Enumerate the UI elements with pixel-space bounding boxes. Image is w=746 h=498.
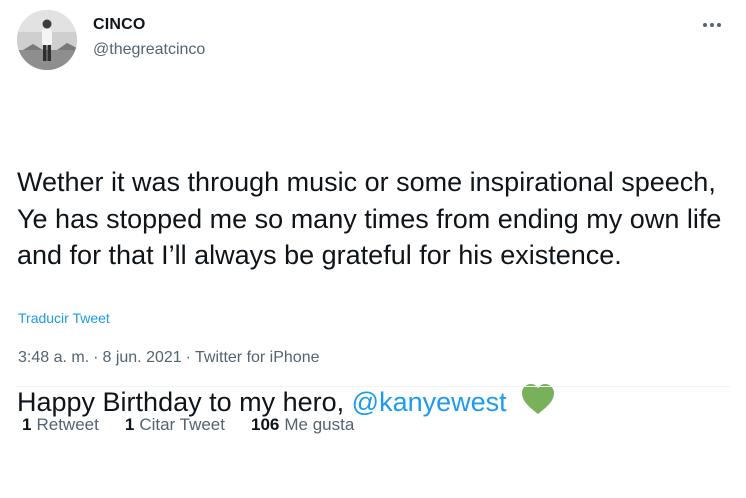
user-handle[interactable]: @thegreatcinco <box>93 41 205 59</box>
more-dots-icon <box>703 23 721 27</box>
quote-tweets-stat[interactable]: 1 Citar Tweet <box>125 415 225 435</box>
avatar-photo <box>17 10 77 70</box>
display-name[interactable]: CINCO <box>93 16 146 34</box>
likes-label: Me gusta <box>284 415 355 434</box>
separator: · <box>93 349 99 366</box>
more-options-button[interactable] <box>700 13 724 37</box>
tweet-metadata: 3:48 a. m. · 8 jun. 2021 · Twitter for iPhon… <box>18 349 320 367</box>
translate-tweet-link[interactable]: Traducir Tweet <box>18 310 110 326</box>
tweet-time[interactable]: 3:48 a. m. <box>18 349 89 366</box>
tweet: CINCO @thegreatcinco Wether it was throu… <box>0 0 746 452</box>
divider <box>16 386 730 387</box>
likes-stat[interactable]: 106 Me gusta <box>251 415 354 435</box>
retweets-count: 1 <box>22 415 32 434</box>
green-heart-icon <box>521 383 555 425</box>
engagement-stats: 1 Retweet 1 Citar Tweet 106 Me gusta <box>22 415 380 435</box>
retweets-stat[interactable]: 1 Retweet <box>22 415 99 435</box>
tweet-date[interactable]: 8 jun. 2021 <box>102 349 181 366</box>
mention-link[interactable]: @kanyewest <box>352 387 507 417</box>
separator: · <box>185 349 191 366</box>
tweet-paragraph: Wether it was through music or some insp… <box>17 167 729 270</box>
retweets-label: Retweet <box>36 415 99 434</box>
quotes-count: 1 <box>124 415 135 434</box>
avatar[interactable] <box>17 10 77 70</box>
tweet-text: Wether it was through music or some insp… <box>17 91 729 498</box>
tweet-text-segment: Happy Birthday to my hero, <box>17 387 352 417</box>
likes-count: 106 <box>250 415 280 434</box>
tweet-source[interactable]: Twitter for iPhone <box>195 349 320 366</box>
quotes-label: Citar Tweet <box>139 415 225 434</box>
